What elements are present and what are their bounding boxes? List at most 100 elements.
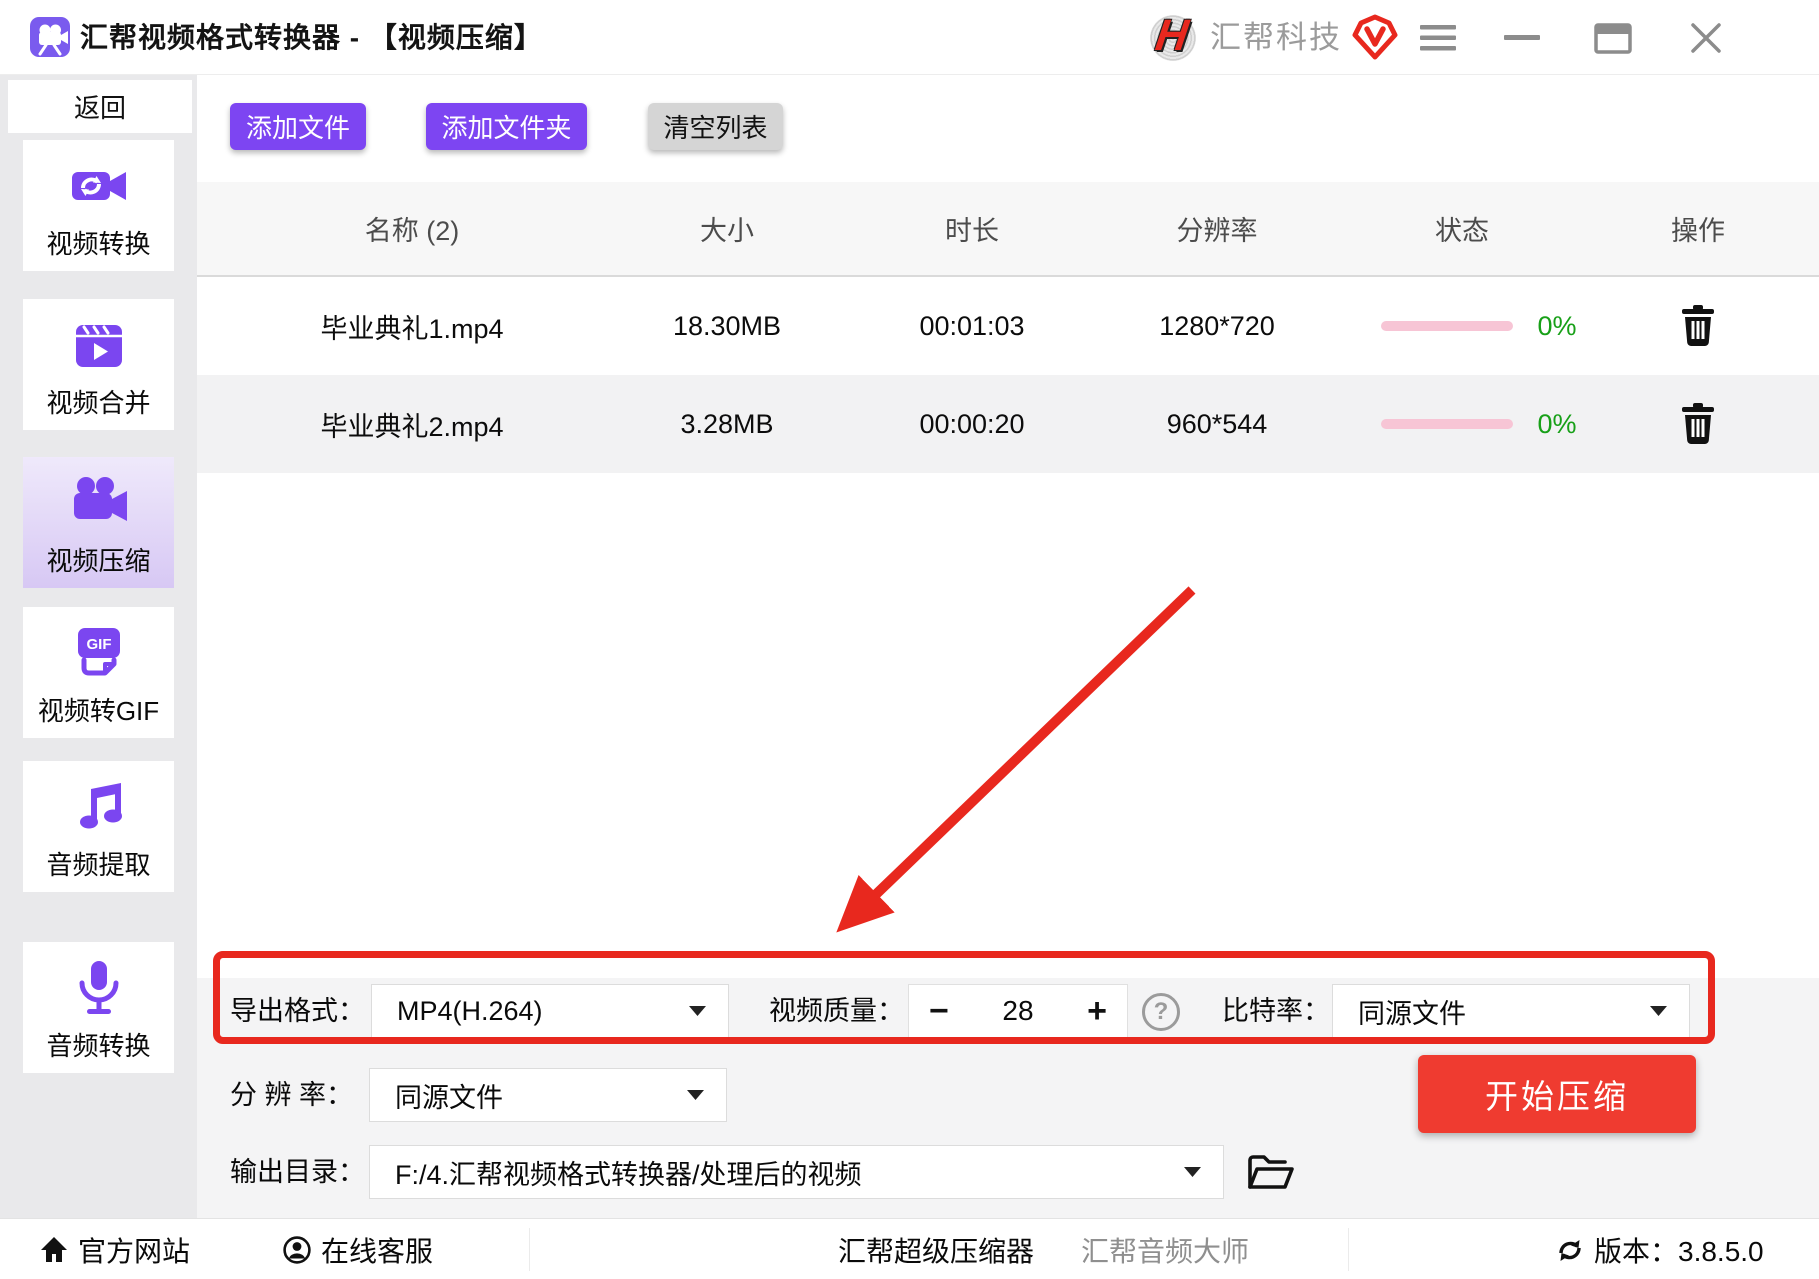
- super-compressor-link[interactable]: 汇帮超级压缩器: [838, 1219, 1034, 1279]
- svg-text:GIF: GIF: [86, 636, 111, 653]
- trash-icon: [1682, 305, 1714, 347]
- file-duration: 00:01:03: [919, 310, 1025, 341]
- sidebar-item-video-merge[interactable]: 视频合并: [23, 299, 174, 430]
- sidebar-item-label: 音频提取: [46, 850, 151, 880]
- hamburger-icon: [1420, 24, 1456, 50]
- sidebar-item-audio-extract[interactable]: 音频提取: [23, 761, 174, 892]
- close-icon: [1691, 22, 1721, 53]
- output-dir-select[interactable]: F:/4.汇帮视频格式转换器/处理后的视频: [369, 1145, 1224, 1199]
- quality-help-button[interactable]: ?: [1142, 993, 1180, 1031]
- col-resolution: 分辨率: [1176, 216, 1258, 246]
- add-file-button[interactable]: 添加文件: [230, 103, 366, 150]
- window-title: 汇帮视频格式转换器 - 【视频压缩】: [80, 22, 543, 53]
- sidebar-item-video-gif[interactable]: GIF 视频转GIF: [23, 607, 174, 738]
- col-duration: 时长: [945, 216, 999, 246]
- menu-button[interactable]: [1410, 0, 1466, 75]
- sidebar-item-video-compress[interactable]: 视频压缩: [23, 457, 174, 588]
- refresh-icon: [1559, 1239, 1581, 1261]
- progress-bar: [1381, 321, 1514, 331]
- footer-divider: [529, 1228, 530, 1271]
- file-size: 18.30MB: [672, 310, 782, 341]
- official-site-link[interactable]: 官方网站: [40, 1219, 190, 1279]
- minimize-button[interactable]: [1494, 0, 1550, 75]
- sidebar-item-label: 视频压缩: [46, 546, 151, 576]
- folder-open-icon: [1248, 1155, 1294, 1189]
- resolution-label: 分 辨 率：: [230, 1080, 354, 1110]
- video-quality-label: 视频质量：: [769, 996, 904, 1026]
- video-gif-icon: GIF: [77, 628, 120, 676]
- sidebar-item-label: 音频转换: [46, 1031, 151, 1061]
- quality-stepper: − 28 +: [908, 984, 1128, 1038]
- progress-percent: 0%: [1537, 408, 1577, 439]
- trash-icon: [1682, 403, 1714, 445]
- audio-master-link[interactable]: 汇帮音频大师: [1081, 1219, 1249, 1279]
- chevron-down-icon: [689, 1006, 706, 1016]
- export-format-label: 导出格式：: [230, 996, 365, 1026]
- sidebar-item-label: 视频转GIF: [37, 696, 160, 726]
- brand-h-logo: H: [1148, 11, 1198, 63]
- table-row: 毕业典礼1.mp4 18.30MB 00:01:03 1280*720 0%: [197, 277, 1819, 375]
- table-row: 毕业典礼2.mp4 3.28MB 00:00:20 960*544 0%: [197, 375, 1819, 473]
- progress-bar: [1381, 419, 1514, 429]
- brand-name: 汇帮科技: [1210, 20, 1342, 55]
- bitrate-value: 同源文件: [1358, 998, 1466, 1029]
- minimize-icon: [1504, 34, 1540, 40]
- clear-list-button[interactable]: 清空列表: [648, 103, 783, 150]
- back-button[interactable]: 返回: [8, 80, 192, 133]
- export-format-select[interactable]: MP4(H.264): [371, 984, 729, 1038]
- close-button[interactable]: [1678, 0, 1734, 75]
- file-resolution: 960*544: [1166, 408, 1268, 439]
- file-name: 毕业典礼1.mp4: [320, 313, 504, 344]
- footer: 官方网站 在线客服 汇帮超级压缩器 汇帮音频大师 版本：3.8.5.0: [0, 1218, 1819, 1279]
- sidebar-item-label: 视频合并: [46, 388, 151, 418]
- customer-service-icon: [283, 1235, 311, 1264]
- file-resolution: 1280*720: [1159, 310, 1275, 341]
- add-folder-button[interactable]: 添加文件夹: [426, 103, 587, 150]
- file-name: 毕业典礼2.mp4: [320, 411, 504, 442]
- col-status: 状态: [1435, 216, 1489, 246]
- footer-divider: [1348, 1228, 1349, 1271]
- version-text: 版本：3.8.5.0: [1594, 1235, 1764, 1267]
- bitrate-label: 比特率：: [1222, 996, 1330, 1026]
- browse-folder-button[interactable]: [1244, 1151, 1296, 1195]
- online-service-link[interactable]: 在线客服: [283, 1219, 433, 1279]
- col-actions: 操作: [1671, 216, 1725, 246]
- audio-extract-icon: [79, 783, 122, 829]
- output-dir-value: F:/4.汇帮视频格式转换器/处理后的视频: [395, 1159, 862, 1190]
- resolution-value: 同源文件: [395, 1082, 503, 1113]
- chevron-down-icon: [687, 1090, 704, 1100]
- start-compress-button[interactable]: 开始压缩: [1418, 1055, 1696, 1133]
- delete-file-button[interactable]: [1607, 403, 1789, 445]
- chevron-down-icon: [1184, 1167, 1201, 1177]
- maximize-icon: [1594, 22, 1632, 54]
- quality-value[interactable]: 28: [1002, 995, 1033, 1027]
- sidebar-item-label: 视频转换: [46, 229, 151, 259]
- output-dir-label: 输出目录：: [230, 1157, 365, 1187]
- app-logo-icon: [30, 17, 70, 57]
- vip-gem-icon[interactable]: [1352, 14, 1398, 60]
- quality-plus-button[interactable]: +: [1087, 994, 1107, 1028]
- quality-minus-button[interactable]: −: [929, 994, 949, 1028]
- file-size: 3.28MB: [680, 408, 774, 439]
- file-duration: 00:00:20: [919, 408, 1025, 439]
- resolution-select[interactable]: 同源文件: [369, 1068, 727, 1122]
- col-size: 大小: [700, 216, 754, 246]
- video-convert-icon: [71, 172, 126, 200]
- sidebar-item-video-convert[interactable]: 视频转换: [23, 140, 174, 271]
- bitrate-select[interactable]: 同源文件: [1332, 984, 1690, 1038]
- delete-file-button[interactable]: [1607, 305, 1789, 347]
- video-compress-icon: [73, 477, 127, 521]
- file-table-header: 名称 (2) 大小 时长 分辨率 状态 操作: [197, 182, 1819, 277]
- audio-convert-icon: [79, 961, 118, 1014]
- titlebar: 汇帮视频格式转换器 - 【视频压缩】 H 汇帮科技: [0, 0, 1819, 75]
- maximize-button[interactable]: [1585, 0, 1641, 75]
- col-name: 名称 (2): [364, 216, 460, 246]
- version-info: 版本：3.8.5.0: [1556, 1219, 1764, 1279]
- chevron-down-icon: [1650, 1006, 1667, 1016]
- progress-percent: 0%: [1537, 310, 1577, 341]
- sidebar-item-audio-convert[interactable]: 音频转换: [23, 942, 174, 1073]
- app-window: 汇帮视频格式转换器 - 【视频压缩】 H 汇帮科技 返回 视频转换 视频合并 视…: [0, 0, 1819, 1279]
- home-icon: [41, 1237, 67, 1262]
- video-merge-icon: [75, 325, 122, 367]
- export-format-value: MP4(H.264): [397, 995, 543, 1026]
